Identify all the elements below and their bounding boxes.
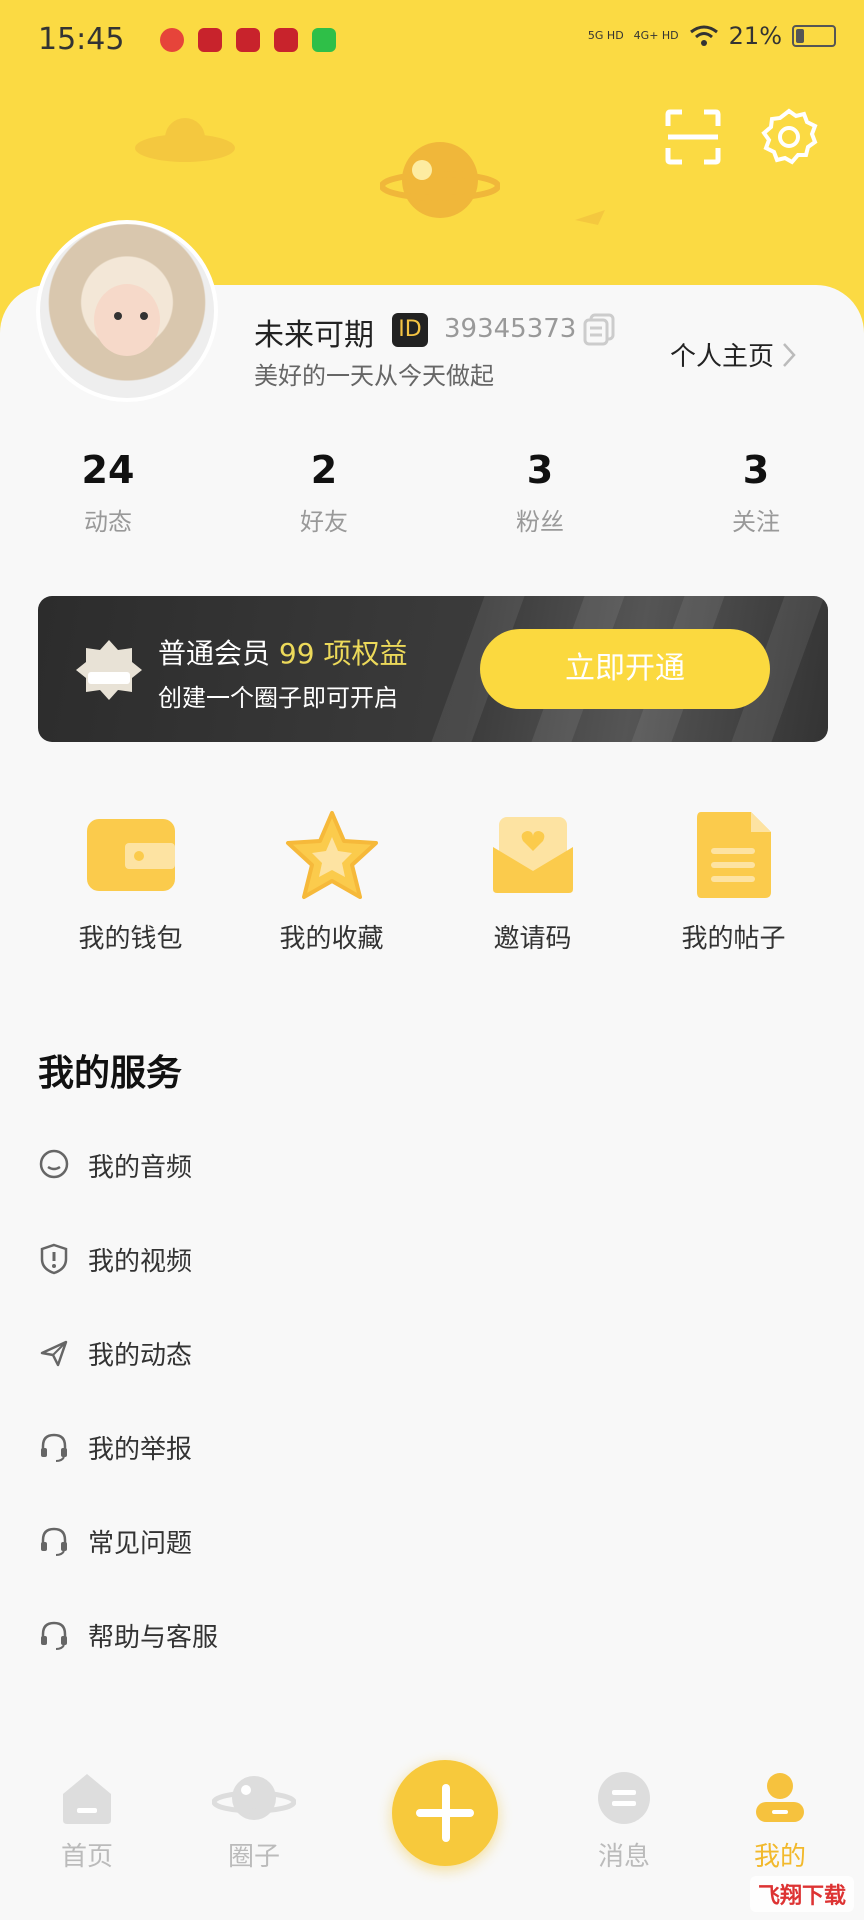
quick-label: 我的钱包 [78, 924, 183, 954]
services-title: 我的服务 [38, 1053, 183, 1094]
planet-icon [211, 1776, 297, 1820]
chat-bubble-icon [39, 1149, 69, 1179]
service-faq[interactable]: 常见问题 [38, 1494, 828, 1588]
quick-label: 我的帖子 [681, 924, 786, 954]
tab-label: 我的 [753, 1842, 806, 1872]
stat-label: 动态 [84, 508, 132, 536]
user-name: 未来可期 [254, 318, 374, 353]
tab-home[interactable]: 首页 [27, 1770, 147, 1873]
news-app-icon [198, 28, 222, 52]
service-label: 常见问题 [88, 1528, 193, 1559]
home-icon [63, 1774, 111, 1824]
quick-my-posts[interactable]: 我的帖子 [644, 808, 824, 955]
scan-icon[interactable] [664, 108, 722, 166]
member-subtitle: 创建一个圈子即可开启 [158, 684, 398, 712]
quick-label: 我的收藏 [279, 924, 384, 954]
service-label: 我的音频 [88, 1152, 193, 1183]
stat-following[interactable]: 3 关注 [648, 448, 864, 537]
avatar-face [94, 284, 160, 356]
stat-value: 3 [526, 448, 554, 492]
post-plus-button[interactable] [392, 1760, 498, 1866]
user-id: 39345373 [444, 314, 577, 344]
quick-wallet[interactable]: 我的钱包 [41, 808, 221, 955]
member-title: 普通会员 99 项权益 [158, 632, 407, 672]
stat-label: 粉丝 [516, 508, 564, 536]
membership-banner: 普通会员 99 项权益 创建一个圈子即可开启 立即开通 [38, 596, 828, 742]
avatar[interactable] [36, 220, 218, 402]
headset-icon [41, 1621, 67, 1650]
star-decoration-icon [575, 210, 605, 225]
copy-icon[interactable] [582, 312, 616, 346]
tab-messages[interactable]: 消息 [564, 1770, 684, 1873]
chevron-right-icon [783, 342, 796, 367]
avatar-eye-left [114, 312, 122, 320]
status-time: 15:45 [38, 22, 125, 57]
services-list: 我的音频 我的视频 我的动态 我的举报 常见问题 帮助与客服 [38, 1118, 828, 1682]
headset-icon [41, 1527, 67, 1556]
open-membership-button[interactable]: 立即开通 [480, 629, 770, 709]
quick-invite-code[interactable]: 邀请码 [443, 808, 623, 955]
tab-label: 首页 [60, 1842, 113, 1872]
service-my-reports[interactable]: 我的举报 [38, 1400, 828, 1494]
stat-value: 3 [742, 448, 770, 492]
service-help[interactable]: 帮助与客服 [38, 1588, 828, 1682]
settings-gear-icon[interactable] [760, 108, 818, 166]
ufo-decoration-icon [135, 118, 235, 162]
member-benefits: 99 项权益 [278, 637, 408, 670]
planet-decoration-icon [380, 142, 500, 218]
signal-5g: 5G HD [587, 29, 624, 42]
stat-friends[interactable]: 2 好友 [216, 448, 432, 537]
service-label: 我的视频 [88, 1246, 193, 1277]
user-bio: 美好的一天从今天做起 [254, 362, 494, 390]
homepage-link[interactable]: 个人主页 [670, 336, 796, 373]
member-level: 普通会员 [158, 637, 271, 670]
send-icon [40, 1340, 68, 1367]
stat-posts[interactable]: 24 动态 [0, 448, 216, 537]
document-icon [696, 812, 771, 898]
status-bar: 15:45 5G HD 4G+ HD 21% [0, 0, 864, 80]
wifi-icon [689, 25, 718, 46]
headset-icon [41, 1433, 67, 1462]
member-badge-icon [76, 640, 142, 700]
mail-heart-icon [492, 817, 573, 893]
tab-label: 消息 [597, 1842, 650, 1872]
service-my-video[interactable]: 我的视频 [38, 1212, 828, 1306]
star-icon [285, 811, 378, 899]
stat-fans[interactable]: 3 粉丝 [432, 448, 648, 537]
stat-value: 2 [310, 448, 338, 492]
avatar-eye-right [140, 312, 148, 320]
profile-icon [756, 1773, 804, 1822]
stats-row: 24 动态 2 好友 3 粉丝 3 关注 [0, 448, 864, 537]
homepage-label: 个人主页 [670, 342, 775, 372]
stat-label: 关注 [732, 508, 780, 536]
signal-4g: 4G+ HD [633, 29, 679, 42]
search-app-icon [274, 28, 298, 52]
watermark: 飞翔下载 [749, 1876, 854, 1912]
tab-circles[interactable]: 圈子 [194, 1770, 314, 1873]
notification-icons [160, 28, 336, 52]
shield-alert-icon [40, 1243, 68, 1275]
status-right: 5G HD 4G+ HD 21% [588, 22, 836, 50]
message-icon [598, 1772, 650, 1824]
app-icon [236, 28, 260, 52]
battery-icon [792, 25, 836, 47]
wechat-icon [312, 28, 336, 52]
service-label: 我的举报 [88, 1434, 193, 1465]
tab-bar: 首页 圈子 消息 我的 飞翔下载 [0, 1730, 864, 1920]
stat-value: 24 [81, 448, 135, 492]
id-badge: ID [392, 313, 428, 347]
stat-label: 好友 [300, 508, 348, 536]
tab-profile[interactable]: 我的 [720, 1770, 840, 1873]
quick-label: 邀请码 [493, 924, 572, 954]
battery-text: 21% [728, 22, 782, 50]
wallet-icon [86, 819, 175, 891]
service-label: 我的动态 [88, 1340, 193, 1371]
tab-label: 圈子 [227, 1842, 280, 1872]
service-label: 帮助与客服 [88, 1622, 219, 1653]
quick-favorites[interactable]: 我的收藏 [242, 808, 422, 955]
service-my-audio[interactable]: 我的音频 [38, 1118, 828, 1212]
quick-entries: 我的钱包 我的收藏 邀请码 我的帖子 [0, 808, 864, 955]
service-my-posts[interactable]: 我的动态 [38, 1306, 828, 1400]
weibo-icon [160, 28, 184, 52]
